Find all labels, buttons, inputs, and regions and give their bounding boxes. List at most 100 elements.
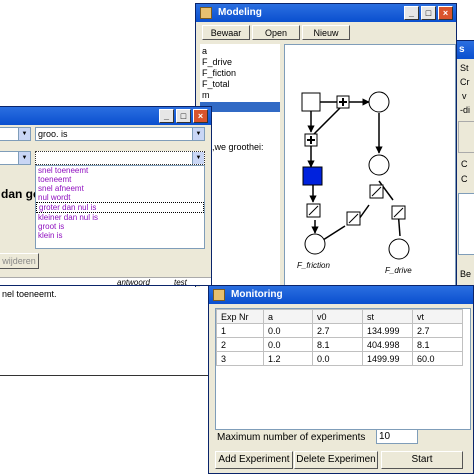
nieuw-button[interactable]: Nieuw <box>302 25 350 40</box>
experiments-table: Exp Nr a v0 st vt 1 0.0 2.7 134.999 2.7 … <box>216 309 463 366</box>
left-dropdown-b[interactable]: ▼ <box>0 151 31 165</box>
variable-item[interactable]: F_total <box>202 79 230 89</box>
cell: 2.7 <box>412 323 463 338</box>
cell: 2 <box>216 337 264 352</box>
col-a: a <box>263 309 313 324</box>
right-label-cr: Cr <box>460 77 470 87</box>
col-exp-nr: Exp Nr <box>216 309 264 324</box>
experiments-table-area: Exp Nr a v0 st vt 1 0.0 2.7 134.999 2.7 … <box>215 308 471 430</box>
minimize-icon[interactable]: _ <box>159 109 174 123</box>
table-row[interactable]: 3 1.2 0.0 1499.99 60.0 <box>216 351 463 366</box>
cell: 1.2 <box>263 351 313 366</box>
open-button[interactable]: Open <box>252 25 300 40</box>
quantity-dropdown[interactable]: groo. is ▼ <box>35 127 205 141</box>
variable-item[interactable]: a <box>202 46 207 56</box>
table-header: Exp Nr a v0 st vt <box>216 309 463 324</box>
options-list[interactable]: snel toeneemt toeneemt snel afneemt nul … <box>35 165 205 249</box>
remove-button[interactable]: wijderen <box>0 253 39 269</box>
minimize-icon[interactable]: _ <box>404 6 419 20</box>
cell: 3 <box>216 351 264 366</box>
close-icon[interactable]: × <box>438 6 453 20</box>
chevron-down-icon[interactable]: ▼ <box>18 152 30 164</box>
list-item[interactable]: kleiner dan nul is <box>36 213 204 222</box>
cell: 2.7 <box>312 323 363 338</box>
quantity-dropdown-value: groo. is <box>38 129 68 139</box>
change-dropdown[interactable]: ▼ <box>35 151 205 165</box>
modeling-titlebar[interactable]: Modeling _ □ × <box>196 4 456 22</box>
col-st: st <box>362 309 413 324</box>
right-label-di: -di <box>460 105 471 115</box>
cell: 0.0 <box>263 337 313 352</box>
cell: 0.0 <box>312 351 363 366</box>
left-dropdown-a[interactable]: ▼ <box>0 127 31 141</box>
cell: 1 <box>216 323 264 338</box>
chevron-down-icon[interactable]: ▼ <box>192 128 204 140</box>
row-text: nel toeneemt. <box>2 289 57 299</box>
cell: 404.998 <box>362 337 413 352</box>
maximize-icon[interactable]: □ <box>176 109 191 123</box>
cell: 8.1 <box>312 337 363 352</box>
chevron-down-icon[interactable]: ▼ <box>192 152 204 164</box>
cell: 1499.99 <box>362 351 413 366</box>
list-item-selected[interactable]: groter dan nul is <box>36 202 204 213</box>
variable-item[interactable]: F_fiction <box>202 68 236 78</box>
col-answer: antwoord <box>117 278 150 286</box>
col-test: test <box>174 278 187 286</box>
chevron-down-icon[interactable]: ▼ <box>18 128 30 140</box>
right-label-st: St <box>460 63 469 73</box>
node-circle-top[interactable] <box>368 91 390 113</box>
max-experiments-input[interactable]: 10 <box>376 429 418 444</box>
right-label-v: v <box>462 91 467 101</box>
variable-item[interactable]: F_drive <box>202 57 232 67</box>
variable-list[interactable]: a F_drive F_fiction F_total m hie,we gro… <box>200 44 280 287</box>
right-bottom-label: Be <box>460 269 472 279</box>
node-circle-friction[interactable] <box>304 233 326 255</box>
right-field[interactable] <box>458 193 474 255</box>
answer-table-row[interactable]: nel toeneemt. <box>0 287 210 377</box>
cell: 60.0 <box>412 351 463 366</box>
list-item[interactable]: groot is <box>36 222 204 231</box>
left-window: _ □ × ▼ groo. is ▼ ▼ ▼ dan ge snel toenee… <box>0 106 212 286</box>
node-square-top[interactable] <box>301 92 321 112</box>
cell: 134.999 <box>362 323 413 338</box>
cell: 0.0 <box>263 323 313 338</box>
list-item[interactable]: nul wordt <box>36 193 204 202</box>
max-experiments-label: Maximum number of experiments <box>217 432 366 443</box>
table-row[interactable]: 2 0.0 8.1 404.998 8.1 <box>216 337 463 352</box>
node-circle-mid[interactable] <box>368 154 390 176</box>
delete-experiment-button[interactable]: Delete Experimen <box>294 451 378 469</box>
right-radio-1[interactable]: C <box>461 159 468 169</box>
table-row[interactable]: 1 0.0 2.7 134.999 2.7 <box>216 323 463 338</box>
selected-node[interactable] <box>302 166 323 186</box>
list-item[interactable]: klein is <box>36 231 204 240</box>
max-experiments-value: 10 <box>379 431 391 442</box>
answer-table-header: antwoord test <box>0 277 211 286</box>
modeling-title: Modeling <box>218 7 262 18</box>
close-icon[interactable]: × <box>193 109 208 123</box>
model-canvas[interactable]: F_friction F_drive <box>284 44 456 288</box>
selected-variable-row[interactable] <box>200 102 280 112</box>
list-item[interactable]: toeneemt <box>36 175 204 184</box>
right-radio-2[interactable]: C <box>461 174 468 184</box>
bewaar-button[interactable]: Bewaar <box>202 25 250 40</box>
right-box <box>458 121 474 153</box>
monitoring-title: Monitoring <box>231 289 283 300</box>
big-text: dan ge <box>1 187 40 201</box>
friction-node-label: F_friction <box>297 261 330 270</box>
maximize-icon[interactable]: □ <box>421 6 436 20</box>
app-icon <box>200 7 212 19</box>
add-experiment-button[interactable]: Add Experiment <box>215 451 293 469</box>
variable-item[interactable]: m <box>202 90 212 100</box>
node-circle-drive[interactable] <box>388 238 410 260</box>
row-underline <box>0 375 210 376</box>
list-item[interactable]: snel toeneemt <box>36 166 204 175</box>
drive-node-label: F_drive <box>385 266 412 275</box>
modeling-window: Modeling _ □ × Bewaar Open Nieuw a F_dri… <box>195 3 457 288</box>
start-button[interactable]: Start <box>381 451 463 469</box>
list-item[interactable]: snel afneemt <box>36 184 204 193</box>
col-vt: vt <box>412 309 463 324</box>
left-titlebar[interactable]: _ □ × <box>0 107 211 125</box>
col-v0: v0 <box>312 309 363 324</box>
right-title-char: s <box>459 44 465 55</box>
monitoring-titlebar[interactable]: Monitoring <box>209 286 473 304</box>
